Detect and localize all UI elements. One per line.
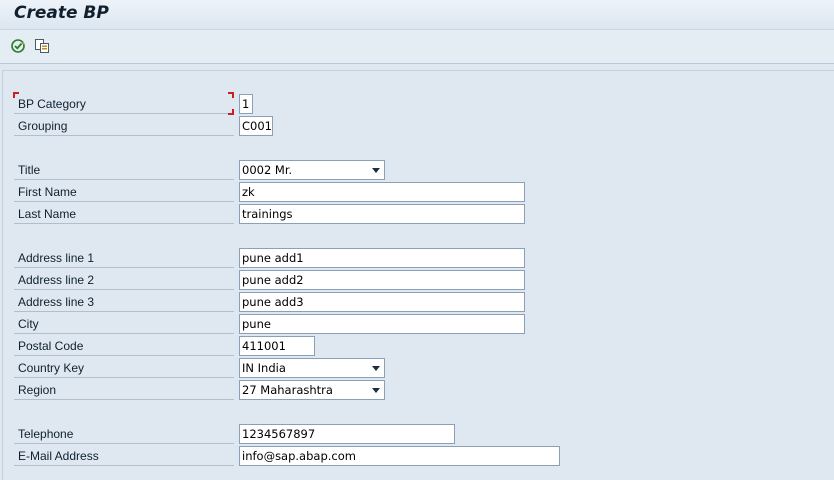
email-label: E-Mail Address <box>14 446 234 466</box>
row-address-line-3: Address line 3 pune add3 <box>14 292 834 312</box>
chevron-down-icon[interactable] <box>372 366 380 371</box>
bp-category-field[interactable]: 1 <box>239 94 253 114</box>
region-value: 27 Maharashtra <box>242 383 333 397</box>
telephone-label: Telephone <box>14 424 234 444</box>
row-postal-code: Postal Code 411001 <box>14 336 834 356</box>
row-grouping: Grouping C001 <box>14 116 834 136</box>
page-title: Create BP <box>14 3 109 23</box>
grouping-field[interactable]: C001 <box>239 116 273 136</box>
chevron-down-icon[interactable] <box>372 168 380 173</box>
country-key-label: Country Key <box>14 358 234 378</box>
row-city: City pune <box>14 314 834 334</box>
title-label: Title <box>14 160 234 180</box>
grouping-label: Grouping <box>14 116 234 136</box>
postal-code-label: Postal Code <box>14 336 234 356</box>
focus-corner <box>13 92 19 98</box>
last-name-field[interactable]: trainings <box>239 204 525 224</box>
address-line-1-label: Address line 1 <box>14 248 234 268</box>
execute-check-icon[interactable] <box>9 37 27 55</box>
chevron-down-icon[interactable] <box>372 388 380 393</box>
country-key-select[interactable]: IN India <box>239 358 385 378</box>
country-key-value: IN India <box>242 361 286 375</box>
address-line-2-field[interactable]: pune add2 <box>239 270 525 290</box>
first-name-field[interactable]: zk <box>239 182 525 202</box>
row-first-name: First Name zk <box>14 182 834 202</box>
focus-corner <box>228 109 234 115</box>
row-telephone: Telephone 1234567897 <box>14 424 834 444</box>
address-line-1-field[interactable]: pune add1 <box>239 248 525 268</box>
email-field[interactable]: info@sap.abap.com <box>239 446 560 466</box>
application-toolbar <box>0 30 834 64</box>
title-bar: Create BP <box>0 0 834 30</box>
row-region: Region 27 Maharashtra <box>14 380 834 400</box>
city-label: City <box>14 314 234 334</box>
title-select[interactable]: 0002 Mr. <box>239 160 385 180</box>
row-bp-category: BP Category 1 <box>13 92 834 115</box>
row-email: E-Mail Address info@sap.abap.com <box>14 446 834 466</box>
telephone-field[interactable]: 1234567897 <box>239 424 455 444</box>
copy-document-icon[interactable] <box>33 37 51 55</box>
row-last-name: Last Name trainings <box>14 204 834 224</box>
region-select[interactable]: 27 Maharashtra <box>239 380 385 400</box>
address-line-3-label: Address line 3 <box>14 292 234 312</box>
bp-category-label: BP Category <box>14 94 234 114</box>
row-address-line-1: Address line 1 pune add1 <box>14 248 834 268</box>
row-country-key: Country Key IN India <box>14 358 834 378</box>
address-line-2-label: Address line 2 <box>14 270 234 290</box>
address-line-3-field[interactable]: pune add3 <box>239 292 525 312</box>
last-name-label: Last Name <box>14 204 234 224</box>
row-address-line-2: Address line 2 pune add2 <box>14 270 834 290</box>
region-label: Region <box>14 380 234 400</box>
postal-code-field[interactable]: 411001 <box>239 336 315 356</box>
row-title: Title 0002 Mr. <box>14 160 834 180</box>
title-value: 0002 Mr. <box>242 163 293 177</box>
focus-corner <box>228 92 234 98</box>
first-name-label: First Name <box>14 182 234 202</box>
city-field[interactable]: pune <box>239 314 525 334</box>
